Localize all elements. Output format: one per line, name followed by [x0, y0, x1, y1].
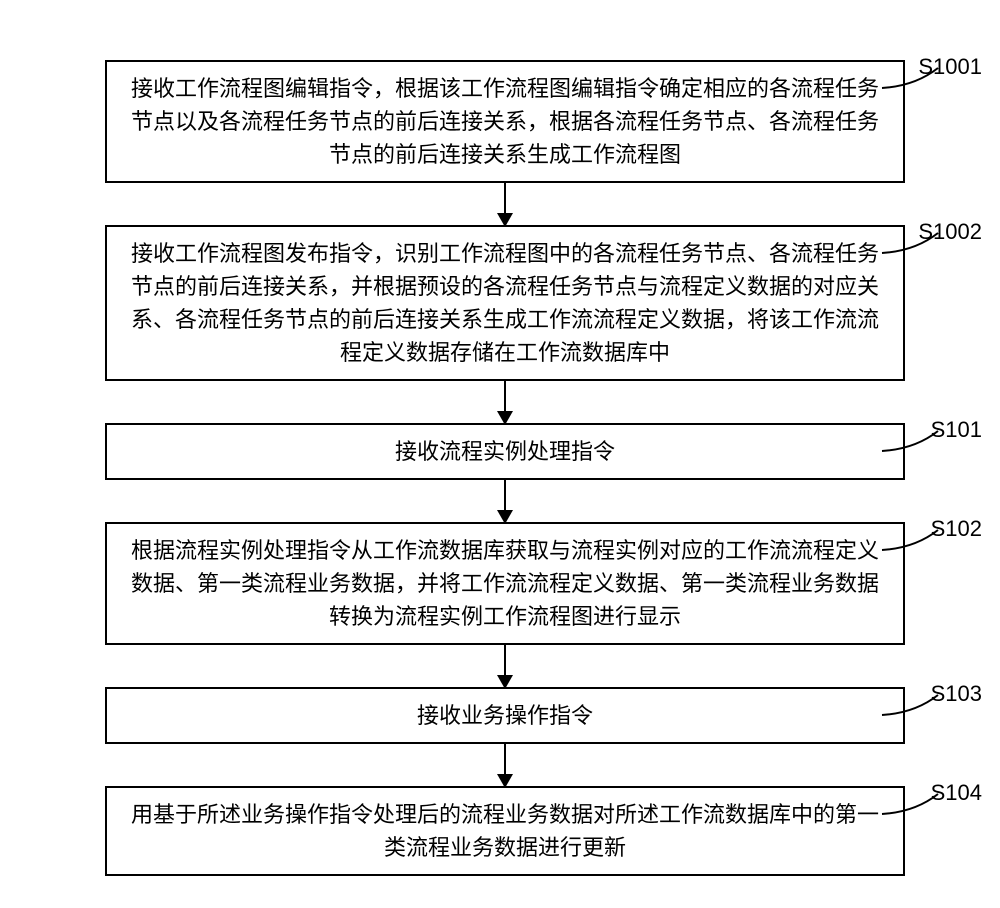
arrow-down	[504, 645, 506, 687]
step-wrapper-s104: S104 用基于所述业务操作指令处理后的流程业务数据对所述工作流数据库中的第一类…	[60, 786, 950, 876]
step-label-s101: S101	[931, 417, 982, 443]
step-box-s101: 接收流程实例处理指令	[105, 423, 905, 480]
step-label-s104: S104	[931, 780, 982, 806]
step-label-s1001: S1001	[918, 54, 982, 80]
flowchart-container: S1001 接收工作流程图编辑指令，根据该工作流程图编辑指令确定相应的各流程任务…	[60, 60, 950, 876]
step-text: 根据流程实例处理指令从工作流数据库获取与流程实例对应的工作流流程定义数据、第一类…	[127, 534, 883, 633]
arrow-down	[504, 381, 506, 423]
arrow-down	[504, 744, 506, 786]
step-wrapper-s1001: S1001 接收工作流程图编辑指令，根据该工作流程图编辑指令确定相应的各流程任务…	[60, 60, 950, 183]
step-wrapper-s101: S101 接收流程实例处理指令	[60, 423, 950, 480]
step-box-s1002: 接收工作流程图发布指令，识别工作流程图中的各流程任务节点、各流程任务节点的前后连…	[105, 225, 905, 381]
step-text: 用基于所述业务操作指令处理后的流程业务数据对所述工作流数据库中的第一类流程业务数…	[127, 798, 883, 864]
step-box-s102: 根据流程实例处理指令从工作流数据库获取与流程实例对应的工作流流程定义数据、第一类…	[105, 522, 905, 645]
step-text: 接收业务操作指令	[417, 699, 593, 732]
step-label-s103: S103	[931, 681, 982, 707]
step-wrapper-s102: S102 根据流程实例处理指令从工作流数据库获取与流程实例对应的工作流流程定义数…	[60, 522, 950, 645]
step-box-s1001: 接收工作流程图编辑指令，根据该工作流程图编辑指令确定相应的各流程任务节点以及各流…	[105, 60, 905, 183]
step-wrapper-s1002: S1002 接收工作流程图发布指令，识别工作流程图中的各流程任务节点、各流程任务…	[60, 225, 950, 381]
step-text: 接收工作流程图发布指令，识别工作流程图中的各流程任务节点、各流程任务节点的前后连…	[127, 237, 883, 369]
step-box-s103: 接收业务操作指令	[105, 687, 905, 744]
step-box-s104: 用基于所述业务操作指令处理后的流程业务数据对所述工作流数据库中的第一类流程业务数…	[105, 786, 905, 876]
step-wrapper-s103: S103 接收业务操作指令	[60, 687, 950, 744]
step-label-s1002: S1002	[918, 219, 982, 245]
step-label-s102: S102	[931, 516, 982, 542]
step-text: 接收流程实例处理指令	[395, 435, 615, 468]
arrow-down	[504, 183, 506, 225]
arrow-down	[504, 480, 506, 522]
step-text: 接收工作流程图编辑指令，根据该工作流程图编辑指令确定相应的各流程任务节点以及各流…	[127, 72, 883, 171]
